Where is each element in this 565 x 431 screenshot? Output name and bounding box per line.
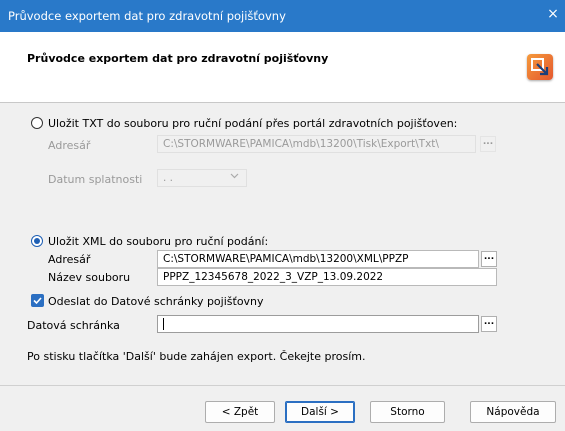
chevron-down-icon[interactable] (230, 170, 239, 185)
xml-export-radio[interactable] (31, 235, 43, 247)
txt-directory-browse-button[interactable]: ... (480, 136, 496, 152)
xml-directory-browse-button[interactable]: ... (481, 251, 497, 267)
txt-export-label: Uložit TXT do souboru pro ruční podání p… (48, 117, 458, 130)
title-bar: Průvodce exportem dat pro zdravotní poji… (0, 0, 565, 32)
back-button[interactable]: < Zpět (205, 401, 275, 423)
databox-field-label: Datová schránka (27, 319, 120, 332)
cancel-button[interactable]: Storno (370, 401, 445, 423)
xml-filename-label: Název souboru (48, 271, 131, 284)
databox-browse-button[interactable]: ... (481, 316, 497, 332)
due-date-label: Datum splatnosti (48, 173, 143, 186)
due-date-field[interactable]: . . (157, 169, 247, 187)
next-button[interactable]: Další > (285, 401, 355, 423)
close-button[interactable]: × (545, 6, 561, 24)
export-wizard-icon (527, 54, 553, 80)
txt-directory-label: Adresář (48, 139, 91, 152)
databox-checkbox-label: Odeslat do Datové schránky pojišťovny (48, 295, 264, 308)
help-button[interactable]: Nápověda (470, 401, 556, 423)
txt-directory-field[interactable]: C:\STORMWARE\PAMICA\mdb\13200\Tisk\Expor… (157, 135, 476, 153)
databox-checkbox[interactable] (31, 294, 44, 307)
xml-directory-label: Adresář (48, 253, 91, 266)
text-cursor (163, 318, 164, 330)
info-text: Po stisku tlačítka 'Další' bude zahájen … (27, 350, 366, 363)
xml-filename-field[interactable]: PPPZ_12345678_2022_3_VZP_13.09.2022 (157, 268, 497, 286)
due-date-value: . . (163, 172, 174, 184)
header-title: Průvodce exportem dat pro zdravotní poji… (27, 52, 329, 65)
txt-export-radio[interactable] (31, 117, 43, 129)
xml-directory-field[interactable]: C:\STORMWARE\PAMICA\mdb\13200\XML\PPZP (157, 250, 479, 268)
window-title: Průvodce exportem dat pro zdravotní poji… (8, 9, 286, 23)
xml-export-label: Uložit XML do souboru pro ruční podání: (48, 235, 269, 248)
wizard-header: Průvodce exportem dat pro zdravotní poji… (0, 32, 565, 103)
databox-field[interactable] (157, 315, 479, 333)
